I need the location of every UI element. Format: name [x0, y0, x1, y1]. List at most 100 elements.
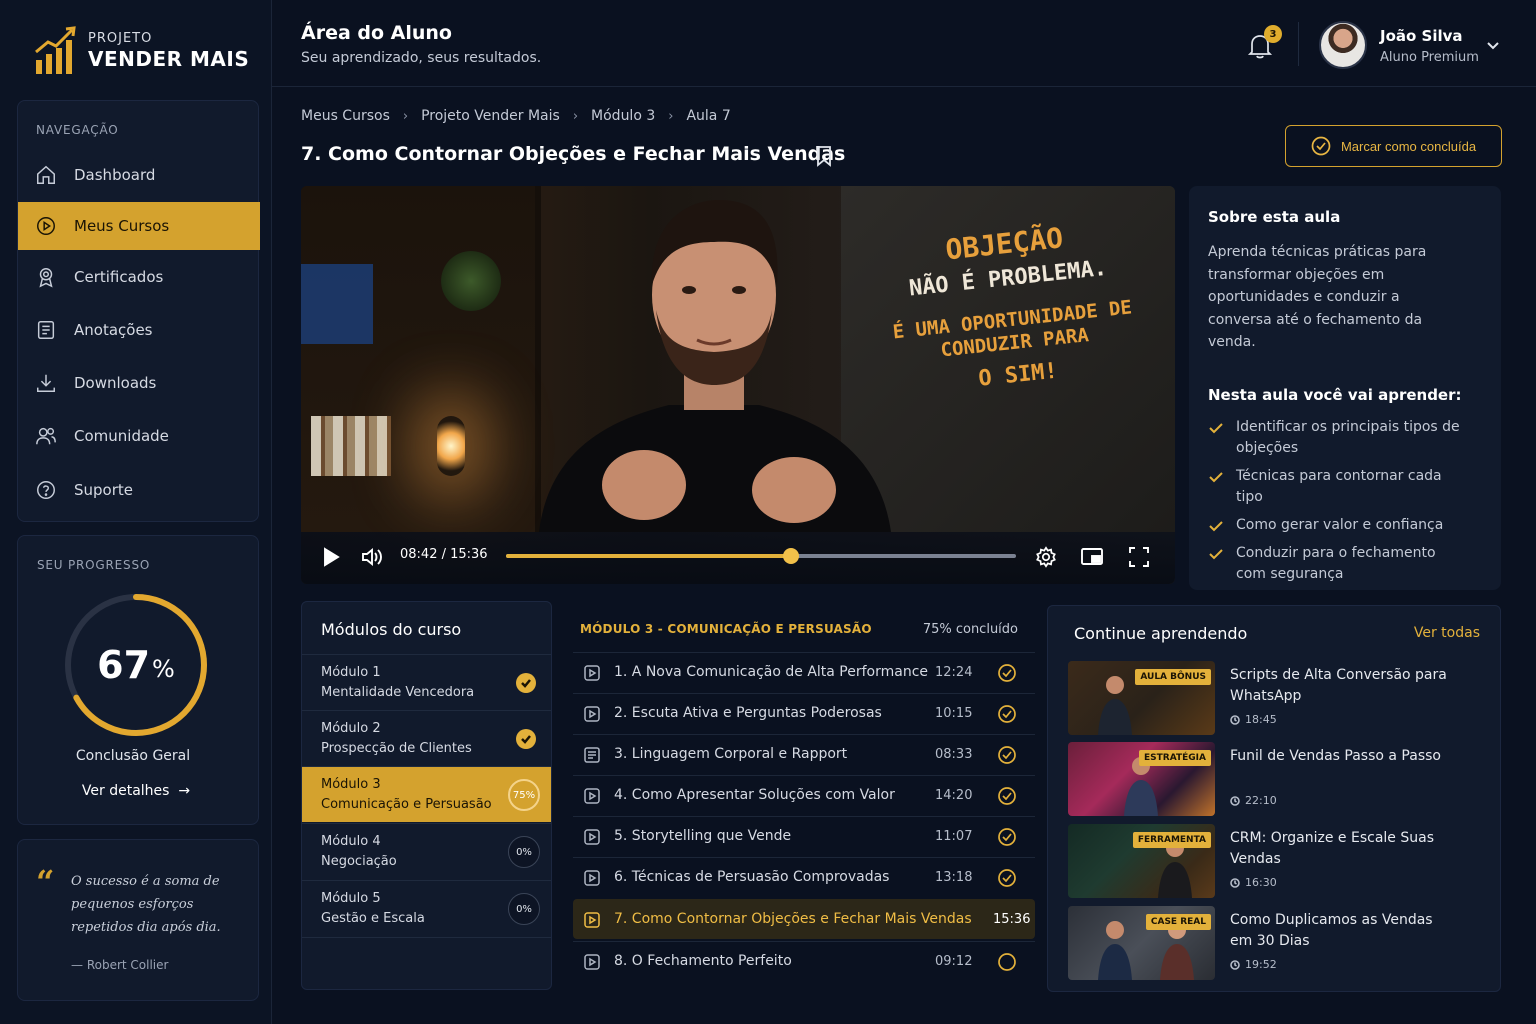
- module-item-3[interactable]: Módulo 3 Comunicação e Persuasão 75%: [302, 766, 551, 822]
- module-complete-badge: [516, 729, 536, 749]
- sidebar: PROJETO VENDER MAIS NAVEGAÇÃO Dashboard …: [0, 0, 272, 1024]
- download-icon: [37, 374, 55, 392]
- continue-item-2[interactable]: ESTRATÉGIA Funil de Vendas Passo a Passo…: [1068, 742, 1488, 816]
- user-menu-toggle[interactable]: [1486, 38, 1500, 52]
- see-all-link[interactable]: Ver todas: [1414, 625, 1480, 641]
- sidebar-item-meus-cursos[interactable]: Meus Cursos: [18, 202, 260, 250]
- lesson-item-duration: 14:20: [935, 788, 973, 803]
- continue-item-title: Como Duplicamos as Vendas em 30 Dias: [1230, 912, 1433, 949]
- sidebar-item-downloads[interactable]: Downloads: [18, 359, 260, 407]
- sidebar-item-dashboard[interactable]: Dashboard: [18, 151, 260, 199]
- continue-item-duration: 18:45: [1230, 713, 1277, 726]
- play-square-icon: [584, 665, 600, 681]
- video-progress-fill: [506, 554, 791, 558]
- breadcrumb: Meus Cursos › Projeto Vender Mais › Módu…: [301, 108, 731, 124]
- continue-item-tag: ESTRATÉGIA: [1139, 750, 1211, 766]
- play-button[interactable]: [322, 547, 340, 571]
- brand-logo[interactable]: PROJETO VENDER MAIS: [34, 26, 249, 76]
- bar-chart-logo-icon: [35, 26, 76, 74]
- check-circle-icon: [998, 705, 1016, 723]
- lesson-item-duration: 11:07: [935, 829, 973, 844]
- mark-complete-button[interactable]: Marcar como concluída: [1285, 125, 1502, 167]
- clock-icon: [1230, 714, 1240, 725]
- progress-caption: Conclusão Geral: [75, 748, 191, 764]
- bookmark-button[interactable]: [815, 145, 833, 167]
- check-icon: [1209, 423, 1223, 434]
- continue-item-4[interactable]: CASE REAL Como Duplicamos as Vendas em 3…: [1068, 906, 1488, 980]
- lesson-item-duration: 10:15: [935, 706, 973, 721]
- video-progress-bar[interactable]: [506, 548, 1016, 564]
- module-lessons-list: MÓDULO 3 - COMUNICAÇÃO E PERSUASÃO 75% c…: [573, 601, 1035, 990]
- continue-item-duration-text: 22:10: [1245, 794, 1277, 807]
- top-header: Área do Aluno Seu aprendizado, seus resu…: [272, 0, 1536, 87]
- settings-button[interactable]: [1035, 546, 1057, 572]
- lesson-item-title: 7. Como Contornar Objeções e Fechar Mais…: [614, 911, 972, 927]
- sidebar-item-label: Downloads: [74, 374, 157, 392]
- lesson-item-title: 1. A Nova Comunicação de Alta Performanc…: [614, 664, 929, 680]
- video-progress-handle[interactable]: [782, 548, 799, 564]
- avatar[interactable]: [1319, 21, 1367, 69]
- lesson-item-title: 3. Linguagem Corporal e Rapport: [614, 746, 848, 762]
- breadcrumb-modulo[interactable]: Módulo 3: [591, 108, 655, 124]
- lesson-item-7-current[interactable]: 7. Como Contornar Objeções e Fechar Mais…: [573, 899, 1035, 939]
- gear-icon: [1036, 546, 1056, 568]
- volume-button[interactable]: [360, 547, 384, 571]
- lesson-item-3[interactable]: 3. Linguagem Corporal e Rapport 08:33: [573, 734, 1035, 774]
- lesson-item-5[interactable]: 5. Storytelling que Vende 11:07: [573, 816, 1035, 856]
- progress-details-link[interactable]: Ver detalhes →: [18, 783, 254, 799]
- continue-item-title: Scripts de Alta Conversão para WhatsApp: [1230, 667, 1447, 704]
- module-item-2[interactable]: Módulo 2 Prospecção de Clientes: [302, 710, 551, 766]
- play-square-icon: [584, 829, 600, 845]
- quote-mark-icon: “: [36, 863, 55, 901]
- module-progress-badge: 75%: [508, 779, 540, 811]
- continue-item-duration-text: 19:52: [1245, 958, 1277, 971]
- lesson-item-8[interactable]: 8. O Fechamento Perfeito 09:12: [573, 941, 1035, 981]
- video-player[interactable]: OBJEÇÃO NÃO É PROBLEMA. É UMA OPORTUNIDA…: [301, 186, 1175, 584]
- continue-item-3[interactable]: FERRAMENTA CRM: Organize e Escale Suas V…: [1068, 824, 1488, 898]
- module-item-4[interactable]: Módulo 4 Negociação 0%: [302, 823, 551, 879]
- lesson-item-1[interactable]: 1. A Nova Comunicação de Alta Performanc…: [573, 652, 1035, 692]
- play-square-icon: [584, 870, 600, 886]
- quote-text: O sucesso é a soma de pequenos esforços …: [71, 874, 221, 935]
- lesson-item-duration: 09:12: [935, 954, 973, 969]
- breadcrumb-meus-cursos[interactable]: Meus Cursos: [301, 108, 390, 124]
- module-number: Módulo 1: [321, 665, 381, 680]
- breadcrumb-projeto[interactable]: Projeto Vender Mais: [421, 108, 560, 124]
- bookmark-icon: [817, 146, 831, 167]
- play-square-icon: [584, 954, 600, 970]
- progress-number: 67: [97, 643, 151, 687]
- play-square-icon: [584, 706, 600, 722]
- sidebar-item-certificados[interactable]: Certificados: [18, 253, 260, 301]
- continue-item-1[interactable]: AULA BÔNUS Scripts de Alta Conversão par…: [1068, 661, 1488, 735]
- sidebar-item-suporte[interactable]: Suporte: [18, 466, 260, 514]
- chalkboard-text: OBJEÇÃO NÃO É PROBLEMA. É UMA OPORTUNIDA…: [873, 213, 1149, 403]
- lesson-item-4[interactable]: 4. Como Apresentar Soluções com Valor 14…: [573, 775, 1035, 815]
- quote-card: “ O sucesso é a soma de pequenos esforço…: [17, 839, 259, 1001]
- header-divider: [1298, 22, 1299, 66]
- module-item-1[interactable]: Módulo 1 Mentalidade Vencedora: [302, 654, 551, 710]
- check-icon: [521, 735, 531, 744]
- lesson-item-2[interactable]: 2. Escuta Ativa e Perguntas Poderosas 10…: [573, 693, 1035, 733]
- module-name: Comunicação e Persuasão: [321, 797, 492, 812]
- play-icon: [324, 547, 340, 567]
- lesson-item-duration: 15:36: [993, 912, 1031, 927]
- sidebar-item-comunidade[interactable]: Comunidade: [18, 412, 260, 460]
- video-books-lower: [311, 416, 391, 476]
- sidebar-item-anotacoes[interactable]: Anotações: [18, 306, 260, 354]
- chevron-right-icon: ›: [402, 108, 409, 124]
- play-square-icon: [584, 788, 600, 804]
- lesson-item-6[interactable]: 6. Técnicas de Persuasão Comprovadas 13:…: [573, 857, 1035, 897]
- check-icon: [521, 679, 531, 688]
- learn-item: Técnicas para contornar cada tipo: [1208, 466, 1468, 508]
- progress-unit: %: [152, 655, 175, 683]
- lesson-title: 7. Como Contornar Objeções e Fechar Mais…: [301, 143, 846, 165]
- picture-in-picture-button[interactable]: [1080, 546, 1104, 572]
- modules-title: Módulos do curso: [321, 620, 462, 639]
- page-title: Área do Aluno: [301, 22, 452, 44]
- fullscreen-button[interactable]: [1128, 546, 1150, 572]
- sidebar-item-label: Meus Cursos: [74, 217, 170, 235]
- learn-item-text: Como gerar valor e confiança: [1236, 517, 1444, 533]
- picture-in-picture-icon: [1081, 548, 1103, 565]
- video-books: [301, 264, 373, 344]
- module-item-5[interactable]: Módulo 5 Gestão e Escala 0%: [302, 880, 551, 936]
